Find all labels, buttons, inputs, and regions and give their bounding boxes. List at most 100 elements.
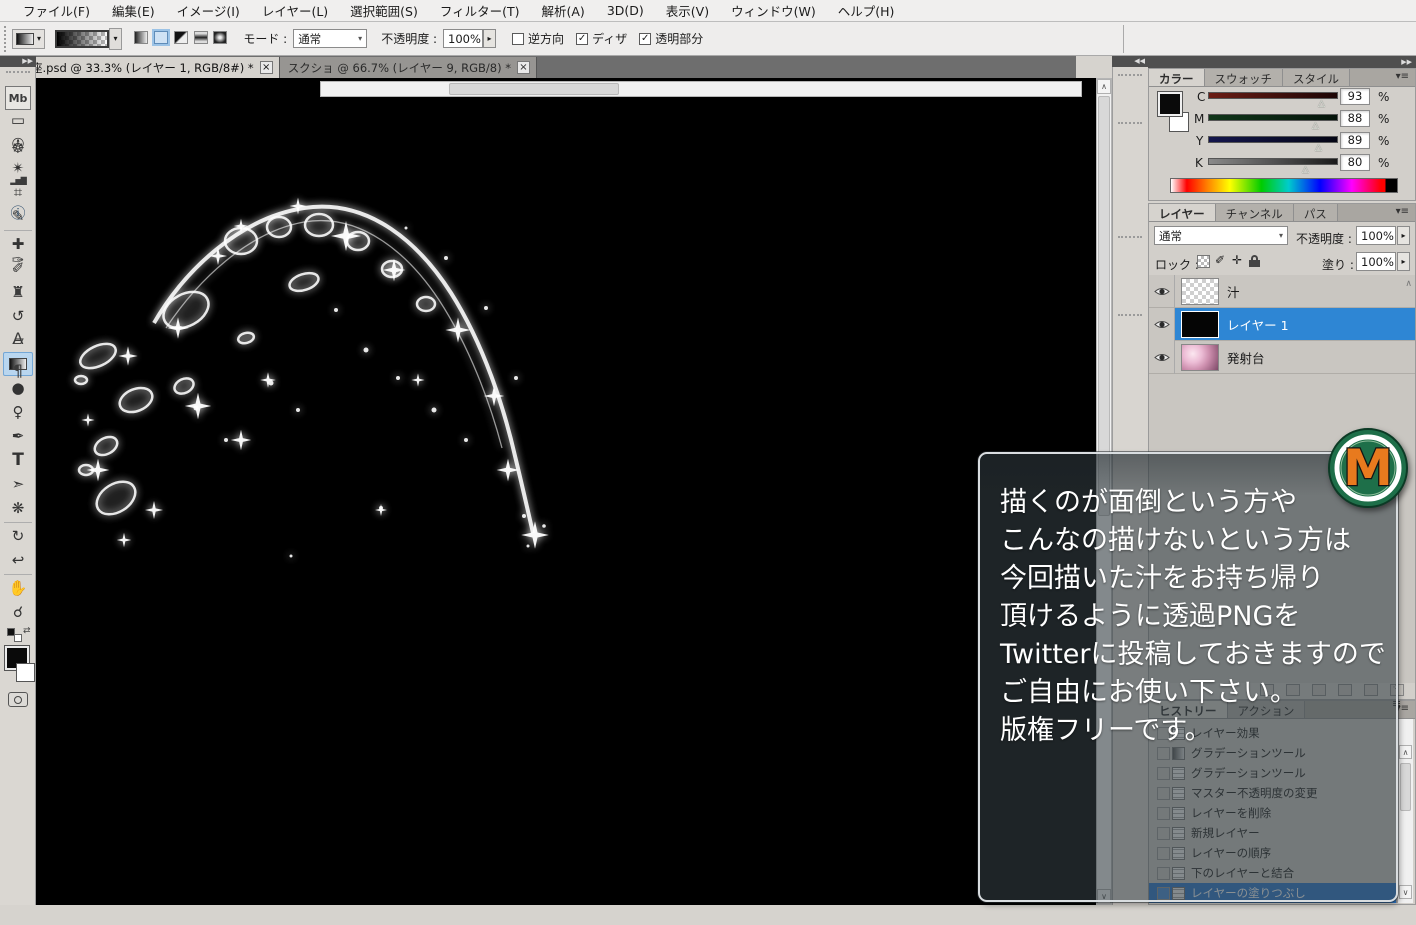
layer-row-layer1-selected[interactable]: レイヤー 1 <box>1149 308 1415 341</box>
lock-all-icon[interactable] <box>1249 255 1260 267</box>
dock-grip[interactable] <box>1118 236 1142 238</box>
layer-thumbnail[interactable] <box>1181 278 1219 305</box>
hand-tool[interactable]: ✋ <box>3 576 33 600</box>
dock-grip[interactable] <box>1118 74 1142 76</box>
channel-y-value[interactable]: 89 <box>1340 132 1370 149</box>
menu-analysis[interactable]: 解析(A) <box>531 1 596 20</box>
path-selection-tool[interactable]: ➣ <box>3 472 33 496</box>
layer-fill-spinner[interactable]: ▸ <box>1397 252 1410 271</box>
quick-mask-button[interactable] <box>8 692 28 707</box>
visibility-eye-icon[interactable] <box>1149 341 1175 374</box>
layer-name[interactable]: 汁 <box>1227 282 1240 301</box>
history-scroll-thumb[interactable] <box>1400 763 1411 811</box>
opacity-field[interactable]: 100% <box>443 29 483 48</box>
dither-checkbox-row[interactable]: ✓ ディザ <box>576 30 627 47</box>
tab-channels[interactable]: チャンネル <box>1216 204 1294 221</box>
type-tool[interactable]: T <box>3 448 33 472</box>
color-foreground-swatch[interactable] <box>1158 92 1182 116</box>
channel-m-thumb[interactable]: △ <box>1312 121 1319 131</box>
channel-m-value[interactable]: 88 <box>1340 110 1370 127</box>
channel-k-value[interactable]: 80 <box>1340 154 1370 171</box>
gradient-preview[interactable] <box>55 30 109 48</box>
tab-layers[interactable]: レイヤー <box>1149 204 1216 221</box>
pen-tool[interactable]: ✒ <box>3 424 33 448</box>
tab-swatches[interactable]: スウォッチ <box>1205 69 1284 86</box>
opacity-spinner[interactable]: ▸ <box>483 29 496 48</box>
panel-menu-icon[interactable]: ▾≡ <box>1390 204 1415 221</box>
lock-paint-icon[interactable]: ✐ <box>1215 253 1225 267</box>
mini-bridge-icon[interactable]: Mb <box>5 86 31 110</box>
channel-y-slider[interactable] <box>1208 136 1338 143</box>
history-brush-tool[interactable]: ↺ <box>3 304 33 328</box>
lock-transparency-icon[interactable] <box>1197 255 1210 268</box>
tab-styles[interactable]: スタイル <box>1283 69 1350 86</box>
close-icon[interactable]: × <box>260 61 273 74</box>
layer-opacity-field[interactable]: 100% <box>1356 226 1396 245</box>
reflected-gradient-button[interactable] <box>194 31 208 44</box>
scroll-down-button[interactable]: ∨ <box>1399 885 1412 899</box>
layer-row-shiru[interactable]: 汁 <box>1149 275 1415 308</box>
toolbar-grip[interactable] <box>6 71 30 73</box>
layer-name[interactable]: 発射台 <box>1227 348 1265 367</box>
rectangular-marquee-tool[interactable]: ▭ <box>3 108 33 132</box>
dodge-tool[interactable]: ♀ <box>3 400 33 424</box>
zoom-tool[interactable]: ☌ <box>3 600 33 624</box>
layer-fill-field[interactable]: 100% <box>1356 252 1396 271</box>
channel-k-slider[interactable] <box>1208 158 1338 165</box>
clone-source-icon[interactable]: ♜ <box>5 280 31 304</box>
canvas-horizontal-scrollbar[interactable] <box>320 81 1082 97</box>
tool-presets-icon[interactable]: ✑ <box>5 248 31 272</box>
dock-grip[interactable] <box>1118 314 1142 316</box>
horizontal-scroll-thumb[interactable] <box>449 83 619 95</box>
document-tab-inactive[interactable]: スクショ @ 66.7% (レイヤー 9, RGB/8) * × <box>280 57 537 78</box>
tab-color[interactable]: カラー <box>1149 69 1205 86</box>
history-scrollbar[interactable]: ∧ ∨ <box>1397 719 1413 903</box>
layer-row-hasshadai[interactable]: 発射台 <box>1149 341 1415 374</box>
transparency-checkbox-row[interactable]: ✓ 透明部分 <box>639 30 703 47</box>
reverse-checkbox[interactable] <box>512 33 524 45</box>
panel-menu-icon[interactable]: ▾≡ <box>1390 69 1415 86</box>
layers-scroll-up-icon[interactable]: ∧ <box>1405 279 1412 289</box>
menu-view[interactable]: 表示(V) <box>655 1 720 20</box>
gradient-picker-arrow[interactable]: ▾ <box>109 28 122 50</box>
menu-window[interactable]: ウィンドウ(W) <box>720 1 827 20</box>
angle-gradient-button[interactable] <box>174 31 188 44</box>
radial-gradient-button[interactable] <box>154 31 168 44</box>
menu-help[interactable]: ヘルプ(H) <box>827 1 906 20</box>
rotate-3d-tool[interactable]: ↻ <box>3 524 33 548</box>
background-color-swatch[interactable] <box>16 663 35 682</box>
gradient-tool-preset-button[interactable]: ▾ <box>12 29 45 49</box>
channel-y-thumb[interactable]: △ <box>1315 143 1322 153</box>
dock-expand-button[interactable]: ◀◀ <box>1112 56 1148 67</box>
dither-checkbox[interactable]: ✓ <box>576 33 588 45</box>
close-icon[interactable]: × <box>517 61 530 74</box>
orbit-3d-tool[interactable]: ↩ <box>3 548 33 572</box>
visibility-eye-icon[interactable] <box>1149 308 1175 341</box>
menu-3d[interactable]: 3D(D) <box>596 3 655 18</box>
channel-k-thumb[interactable]: △ <box>1302 165 1309 175</box>
menu-image[interactable]: イメージ(I) <box>166 1 251 20</box>
channel-c-value[interactable]: 93 <box>1340 88 1370 105</box>
layer-name[interactable]: レイヤー 1 <box>1227 315 1289 334</box>
paragraph-panel-icon[interactable]: ¶ <box>5 358 31 382</box>
channel-c-slider[interactable] <box>1208 92 1338 99</box>
tab-paths[interactable]: パス <box>1294 204 1338 221</box>
channel-m-slider[interactable] <box>1208 114 1338 121</box>
reverse-checkbox-row[interactable]: 逆方向 <box>512 30 564 47</box>
menu-file[interactable]: ファイル(F) <box>12 1 101 20</box>
scroll-up-button[interactable]: ∧ <box>1399 745 1412 759</box>
layer-thumbnail[interactable] <box>1181 344 1219 371</box>
toolbar-collapse-button[interactable]: ▶▶ <box>0 56 36 67</box>
lock-move-icon[interactable]: ✛ <box>1232 253 1242 267</box>
histogram-icon[interactable]: ▂▅▇ <box>5 168 31 192</box>
canvas[interactable] <box>36 78 1096 905</box>
navigator-icon[interactable]: ☸ <box>5 136 31 160</box>
info-icon[interactable]: ⓘ <box>5 200 31 224</box>
dock-collapse-button[interactable]: ▶▶ <box>1148 56 1416 68</box>
menu-layer[interactable]: レイヤー(L) <box>251 1 339 20</box>
channel-c-thumb[interactable]: △ <box>1318 99 1325 109</box>
transparency-checkbox[interactable]: ✓ <box>639 33 651 45</box>
diamond-gradient-button[interactable] <box>213 31 227 44</box>
document-tab-active[interactable]: 汁講座.psd @ 33.3% (レイヤー 1, RGB/8#) * × <box>0 57 280 78</box>
swap-colors-icon[interactable]: ⇄ <box>23 626 31 636</box>
